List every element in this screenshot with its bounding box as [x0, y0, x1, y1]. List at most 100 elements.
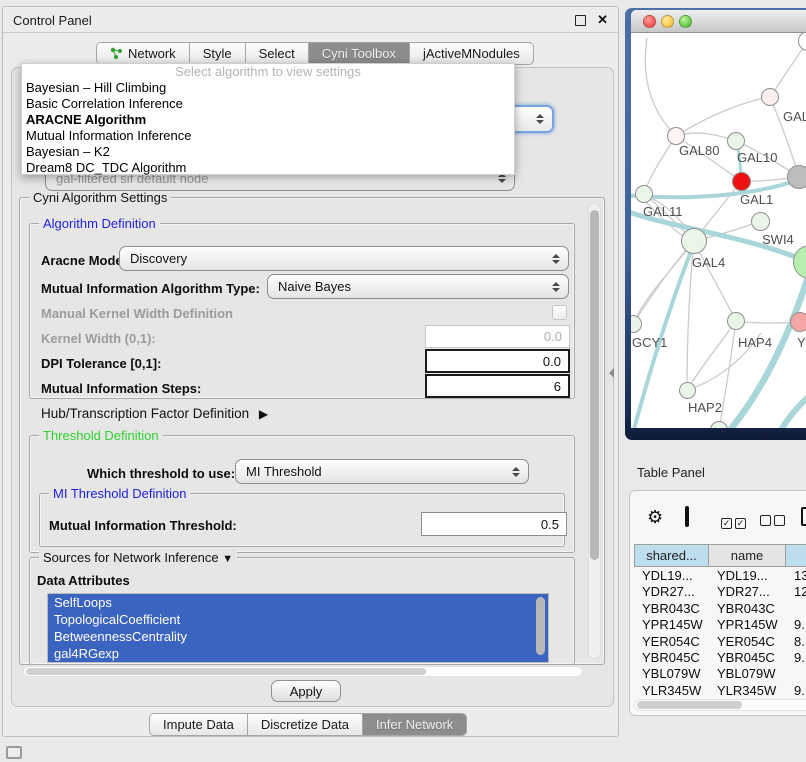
table-cell[interactable]: YDL19...	[634, 568, 709, 584]
new-table-icon[interactable]	[801, 507, 806, 526]
minimize-traffic-light-icon[interactable]	[661, 15, 674, 28]
network-node-swi4[interactable]	[751, 212, 770, 231]
algorithm-option[interactable]: ARACNE Algorithm	[22, 112, 514, 128]
table-row[interactable]: YDR27...YDR27...12	[634, 584, 806, 600]
network-node-hap4[interactable]	[727, 312, 745, 330]
network-canvas[interactable]: GALGAL80GAL10GAL1GAL11SWI4GAL4GCY1HAP4YH…	[631, 33, 806, 428]
data-attribute-item[interactable]: SelfLoops	[48, 594, 548, 611]
table-cell[interactable]: YBR045C	[634, 650, 709, 666]
table-hscrollbar[interactable]	[634, 699, 806, 711]
network-node-y[interactable]	[790, 312, 806, 332]
algorithm-option[interactable]: Dream8 DC_TDC Algorithm	[22, 160, 514, 176]
tab-select[interactable]: Select	[246, 42, 309, 65]
table-row[interactable]: YBR045CYBR045C9.	[634, 650, 806, 666]
table-cell[interactable]: YPR145W	[709, 617, 786, 633]
table-row[interactable]: YBR043CYBR043C	[634, 601, 806, 617]
table-cell[interactable]: YER054C	[634, 634, 709, 650]
table-cell[interactable]: YBL079W	[634, 666, 709, 682]
table-cell[interactable]: YDR27...	[709, 584, 786, 600]
network-node-gal1[interactable]	[732, 172, 751, 191]
tab-discretize-data[interactable]: Discretize Data	[248, 713, 363, 736]
network-node-hap2[interactable]	[679, 382, 696, 399]
table-cell[interactable]: 9.	[786, 683, 806, 698]
tab-jactivemnodules[interactable]: jActiveMNodules	[410, 42, 534, 65]
table-cell[interactable]: YDR27...	[634, 584, 709, 600]
table-hscrollbar-thumb[interactable]	[637, 701, 742, 709]
table-row[interactable]: YPR145WYPR145W9.	[634, 617, 806, 633]
table-cell[interactable]: YBR043C	[634, 601, 709, 617]
mi-threshold-field[interactable]: 0.5	[421, 512, 567, 536]
zoom-traffic-light-icon[interactable]	[679, 15, 692, 28]
column-header-shared[interactable]: shared...	[634, 544, 709, 567]
aracne-mode-combo[interactable]: Discovery	[119, 246, 569, 271]
column-header-3[interactable]	[786, 544, 806, 567]
data-attributes-list[interactable]: SelfLoopsTopologicalCoefficientBetweenne…	[47, 593, 549, 663]
attributes-scrollbar-thumb[interactable]	[536, 597, 545, 655]
table-cell[interactable]: YPR145W	[634, 617, 709, 633]
deselect-all-columns-icon[interactable]	[760, 513, 785, 531]
minimized-panel-icon[interactable]	[6, 746, 22, 759]
columns-icon[interactable]	[685, 506, 689, 527]
sources-group-title[interactable]: Sources for Network Inference ▼	[39, 550, 237, 565]
close-traffic-light-icon[interactable]	[643, 15, 656, 28]
table-cell[interactable]: YLR345W	[709, 683, 786, 698]
table-cell[interactable]	[786, 601, 806, 617]
network-node-label: GAL80	[679, 143, 719, 158]
network-node-label: GAL11	[643, 204, 683, 219]
aracne-mode-label: Aracne Mode:	[41, 253, 127, 268]
network-icon	[110, 47, 123, 60]
tab-network[interactable]: Network	[96, 42, 190, 65]
network-node-gal11[interactable]	[635, 185, 653, 203]
network-node-gal[interactable]	[761, 88, 779, 106]
table-row[interactable]: YER054CYER054C8.	[634, 634, 806, 650]
mi-steps-field[interactable]: 6	[425, 374, 570, 398]
data-attribute-item[interactable]: BetweennessCentrality	[48, 628, 548, 645]
settings-hscrollbar[interactable]	[23, 666, 583, 677]
data-attribute-item[interactable]: gal4RGexp	[48, 645, 548, 662]
table-cell[interactable]: YLR345W	[634, 683, 709, 698]
table-cell[interactable]: YDL19...	[709, 568, 786, 584]
kernel-width-field[interactable]: 0.0	[425, 325, 570, 348]
apply-button[interactable]: Apply	[271, 680, 341, 702]
table-cell[interactable]: YBR045C	[709, 650, 786, 666]
table-cell[interactable]: YBR043C	[709, 601, 786, 617]
table-cell[interactable]	[786, 666, 806, 682]
network-node-gal10[interactable]	[727, 132, 745, 150]
manual-kernel-checkbox[interactable]	[552, 305, 567, 320]
float-window-icon[interactable]	[575, 15, 586, 26]
table-cell[interactable]: YBL079W	[709, 666, 786, 682]
algorithm-option[interactable]: Basic Correlation Inference	[22, 96, 514, 112]
table-row[interactable]: YDL19...YDL19...13	[634, 568, 806, 584]
algorithm-option[interactable]: Bayesian – K2	[22, 144, 514, 160]
which-threshold-combo[interactable]: MI Threshold	[235, 459, 529, 484]
hub-section-toggle[interactable]: Hub/Transcription Factor Definition ▶	[41, 406, 268, 421]
table-cell[interactable]: YER054C	[709, 634, 786, 650]
column-header-name[interactable]: name	[709, 544, 786, 567]
mi-algorithm-type-combo[interactable]: Naive Bayes	[267, 274, 569, 299]
table-cell[interactable]: 9.	[786, 650, 806, 666]
table-cell[interactable]: 13	[786, 568, 806, 584]
tab-infer-network[interactable]: Infer Network	[363, 713, 467, 736]
table-cell[interactable]: 12	[786, 584, 806, 600]
close-icon[interactable]: ✕	[597, 12, 608, 28]
data-attribute-item[interactable]: TopologicalCoefficient	[48, 611, 548, 628]
table-cell[interactable]: 9.	[786, 617, 806, 633]
gear-icon[interactable]: ⚙	[647, 508, 663, 526]
settings-hscrollbar-thumb[interactable]	[26, 668, 426, 675]
settings-scrollbar[interactable]	[588, 203, 601, 659]
tab-style[interactable]: Style	[190, 42, 246, 65]
table-cell[interactable]: 8.	[786, 634, 806, 650]
settings-scrollbar-thumb[interactable]	[590, 210, 599, 560]
dpi-tolerance-field[interactable]: 0.0	[425, 349, 570, 373]
split-divider-handle[interactable]	[609, 368, 614, 378]
network-node[interactable]	[787, 165, 806, 189]
network-node-gal4[interactable]	[681, 228, 707, 254]
tab-cyni-toolbox[interactable]: Cyni Toolbox	[309, 42, 410, 65]
table-row[interactable]: YLR345WYLR345W9.	[634, 683, 806, 698]
select-all-columns-icon[interactable]: ✓✓	[721, 513, 746, 531]
algorithm-option[interactable]: Mutual Information Inference	[22, 128, 514, 144]
tab-impute-data[interactable]: Impute Data	[149, 713, 248, 736]
network-window-titlebar[interactable]	[631, 10, 806, 33]
algorithm-option[interactable]: Bayesian – Hill Climbing	[22, 80, 514, 96]
table-row[interactable]: YBL079WYBL079W	[634, 666, 806, 682]
